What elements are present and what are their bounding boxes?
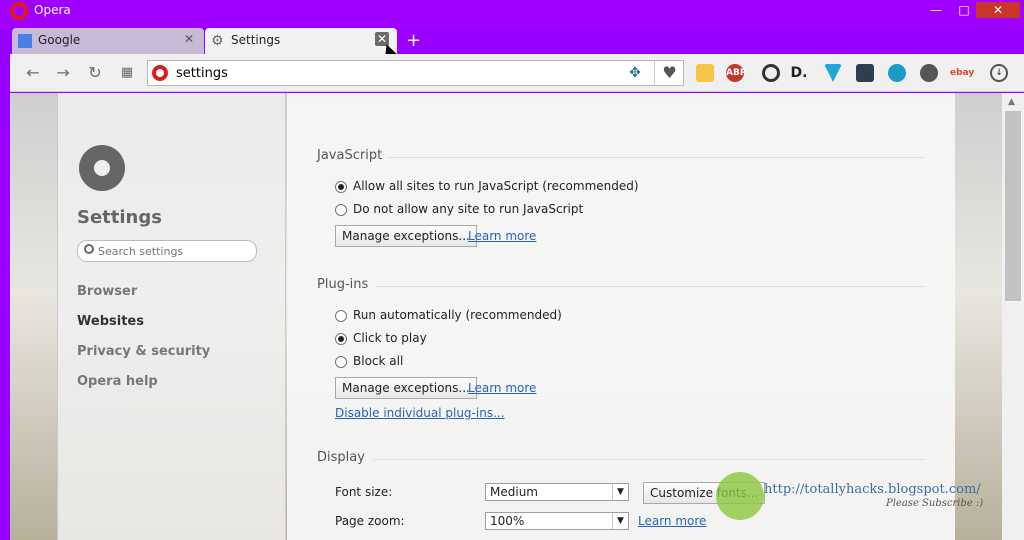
watermark-url: http://totallyhacks.blogspot.com/: [764, 482, 981, 497]
forward-button[interactable]: →: [54, 64, 72, 82]
new-tab-button[interactable]: +: [406, 30, 421, 51]
js-manage-exceptions-button[interactable]: Manage exceptions...: [335, 225, 477, 247]
select-value: 100%: [490, 514, 525, 528]
zoom-learn-more-link[interactable]: Learn more: [638, 514, 706, 528]
divider: [375, 286, 925, 287]
chevron-down-icon: ▼: [612, 484, 628, 500]
radio-label: Allow all sites to run JavaScript (recom…: [353, 179, 639, 193]
extension-icon[interactable]: [696, 64, 714, 82]
radio-label: Click to play: [353, 331, 427, 345]
tab-settings[interactable]: ⚙ Settings ✕: [205, 28, 397, 54]
radio-click-to-play[interactable]: Click to play: [335, 331, 427, 347]
radio-block-all[interactable]: Block all: [335, 354, 403, 370]
title-bar: Opera — □ ✕: [0, 0, 1024, 28]
js-learn-more-link[interactable]: Learn more: [468, 229, 536, 243]
page-zoom-label: Page zoom:: [335, 514, 405, 528]
watermark-logo-icon: [716, 472, 764, 520]
sidebar-item-browser[interactable]: Browser: [77, 284, 137, 299]
radio-label: Block all: [353, 354, 404, 368]
ebay-icon[interactable]: ebay: [950, 64, 974, 82]
font-size-select[interactable]: Medium ▼: [485, 483, 629, 501]
google-favicon-icon: [18, 34, 32, 48]
disable-plugins-link[interactable]: Disable individual plug-ins...: [335, 406, 505, 420]
chevron-down-icon: ▼: [612, 513, 628, 529]
gear-icon: ⚙: [211, 33, 224, 49]
radio-button[interactable]: [335, 309, 347, 322]
sidebar-item-privacy-security[interactable]: Privacy & security: [77, 344, 210, 359]
vertical-scrollbar[interactable]: ▲: [1002, 93, 1024, 540]
scrollbar-thumb[interactable]: [1005, 111, 1021, 301]
radio-allow-javascript[interactable]: Allow all sites to run JavaScript (recom…: [335, 179, 639, 195]
radio-label: Do not allow any site to run JavaScript: [353, 202, 584, 216]
radio-run-automatically[interactable]: Run automatically (recommended): [335, 308, 562, 324]
reload-button[interactable]: ↻: [86, 64, 104, 82]
page-zoom-select[interactable]: 100% ▼: [485, 512, 629, 530]
maximize-button[interactable]: □: [950, 2, 978, 18]
book-icon[interactable]: [856, 64, 874, 82]
address-input[interactable]: [176, 64, 616, 82]
tab-label: Google: [38, 33, 81, 47]
minimize-button[interactable]: —: [922, 2, 950, 18]
loading-extension-icon[interactable]: [762, 64, 780, 82]
divider: [373, 459, 925, 460]
ghost-icon[interactable]: [920, 64, 938, 82]
page-background: Settings Browser Websites Privacy & secu…: [10, 93, 1002, 540]
snapshot-icon[interactable]: ✥: [626, 65, 644, 83]
tab-label: Settings: [231, 33, 281, 47]
divider: [387, 157, 925, 158]
radio-button[interactable]: [335, 355, 347, 368]
section-title-plugins: Plug-ins: [317, 277, 369, 292]
radio-button[interactable]: [335, 332, 347, 345]
opera-o-icon: [152, 65, 168, 81]
download-icon[interactable]: ↓: [990, 64, 1008, 82]
search-input[interactable]: [98, 243, 248, 259]
back-button[interactable]: ←: [24, 64, 42, 82]
circle-extension-icon[interactable]: [888, 64, 906, 82]
settings-gear-icon: [79, 145, 125, 191]
font-size-label: Font size:: [335, 485, 393, 499]
page-title: Settings: [77, 207, 162, 228]
scroll-up-icon[interactable]: ▲: [1008, 97, 1015, 107]
settings-sidebar: Settings Browser Websites Privacy & secu…: [57, 93, 286, 540]
speed-dial-grid-icon[interactable]: ▦: [118, 64, 136, 82]
search-box[interactable]: [77, 240, 257, 262]
section-title-javascript: JavaScript: [317, 148, 383, 163]
sidebar-item-opera-help[interactable]: Opera help: [77, 374, 158, 389]
close-tab-icon[interactable]: ✕: [182, 32, 196, 46]
adblock-plus-icon[interactable]: ABP: [726, 64, 746, 82]
plugins-manage-exceptions-button[interactable]: Manage exceptions...: [335, 377, 477, 399]
search-icon: [84, 244, 94, 254]
dictionary-extension-icon[interactable]: D.: [790, 64, 808, 82]
radio-block-javascript[interactable]: Do not allow any site to run JavaScript: [335, 202, 583, 218]
window-title: Opera: [34, 3, 71, 17]
shield-icon[interactable]: [824, 64, 842, 82]
radio-label: Run automatically (recommended): [353, 308, 562, 322]
section-title-display: Display: [317, 450, 365, 465]
heart-icon[interactable]: ♥: [654, 61, 684, 85]
settings-content: JavaScript Allow all sites to run JavaSc…: [287, 93, 955, 540]
opera-logo-icon: [10, 2, 28, 20]
select-value: Medium: [490, 485, 538, 499]
toolbar: ← → ↻ ▦ ✥ ♥ ABP D. ebay ↓: [10, 54, 1024, 92]
radio-button[interactable]: [335, 180, 347, 193]
address-bar[interactable]: ✥ ♥: [147, 60, 684, 86]
tab-google[interactable]: Google ✕: [12, 28, 204, 54]
radio-button[interactable]: [335, 203, 347, 216]
close-window-button[interactable]: ✕: [976, 2, 1020, 18]
watermark-subtitle: Please Subscribe :): [886, 498, 984, 509]
plugins-learn-more-link[interactable]: Learn more: [468, 381, 536, 395]
sidebar-item-websites[interactable]: Websites: [77, 314, 144, 329]
